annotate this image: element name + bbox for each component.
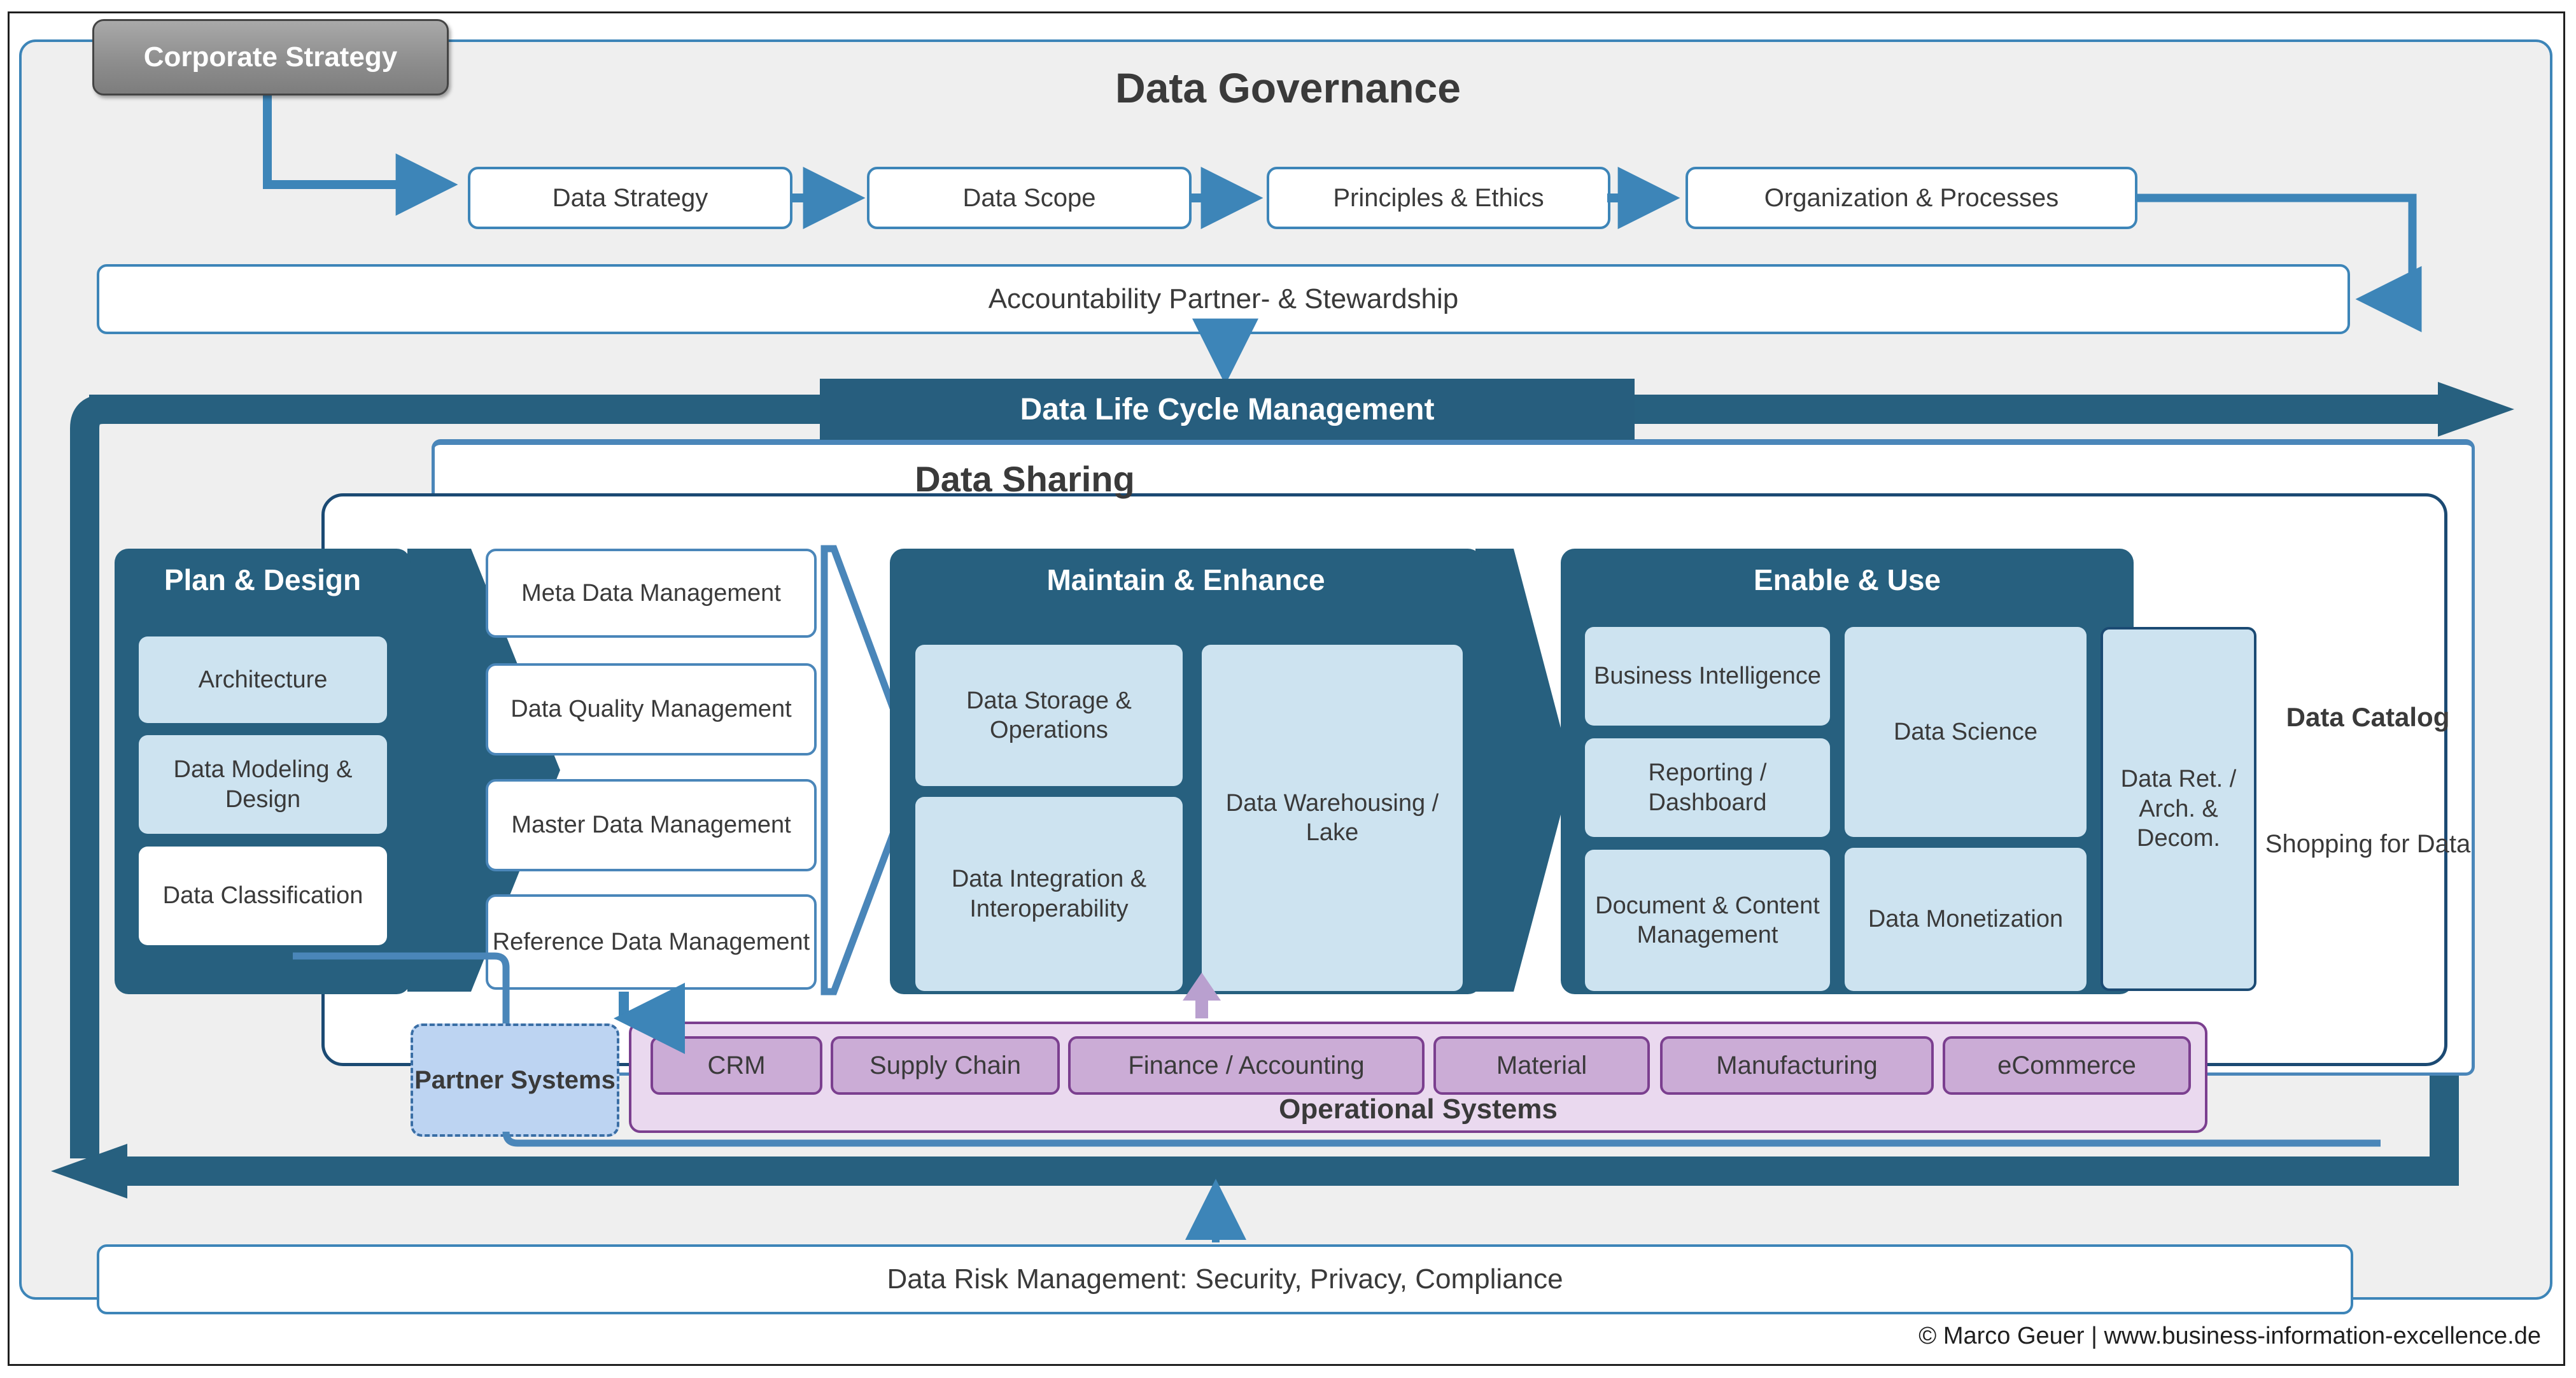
- ops-chip-manufacturing[interactable]: Manufacturing: [1660, 1036, 1934, 1095]
- stage-title-plan-design: Plan & Design: [164, 563, 362, 596]
- gov-step-data-scope[interactable]: Data Scope: [867, 167, 1192, 229]
- sub-data-modeling-design[interactable]: Data Modeling & Design: [139, 735, 387, 834]
- data-lifecycle-banner: Data Life Cycle Management: [820, 379, 1635, 440]
- sub-architecture[interactable]: Architecture: [139, 636, 387, 723]
- stage-title-enable-use: Enable & Use: [1754, 563, 1941, 596]
- sub-business-intelligence[interactable]: Business Intelligence: [1585, 627, 1830, 726]
- partner-systems-box[interactable]: Partner Systems: [411, 1023, 619, 1137]
- operational-systems-label: Operational Systems: [1279, 1093, 1558, 1125]
- ops-chip-crm[interactable]: CRM: [651, 1036, 822, 1095]
- sub-data-integration-interoperability[interactable]: Data Integration & Interoperability: [915, 797, 1183, 991]
- ops-chip-material[interactable]: Material: [1433, 1036, 1650, 1095]
- gov-step-organization-processes[interactable]: Organization & Processes: [1686, 167, 2137, 229]
- mdm-meta-data-management[interactable]: Meta Data Management: [486, 549, 817, 638]
- ops-chip-supply-chain[interactable]: Supply Chain: [831, 1036, 1060, 1095]
- sub-data-science[interactable]: Data Science: [1845, 627, 2087, 837]
- data-risk-management-bar[interactable]: Data Risk Management: Security, Privacy,…: [97, 1244, 2353, 1314]
- gov-step-principles-ethics[interactable]: Principles & Ethics: [1267, 167, 1610, 229]
- sub-data-classification[interactable]: Data Classification: [139, 847, 387, 945]
- ops-chip-finance-accounting[interactable]: Finance / Accounting: [1068, 1036, 1425, 1095]
- diagram-canvas: Data Governance Corporate Strategy Data …: [0, 0, 2576, 1378]
- corporate-strategy-box[interactable]: Corporate Strategy: [92, 19, 449, 95]
- mdm-reference-data-management[interactable]: Reference Data Management: [486, 894, 817, 990]
- ops-chip-ecommerce[interactable]: eCommerce: [1943, 1036, 2191, 1095]
- gov-step-data-strategy[interactable]: Data Strategy: [468, 167, 792, 229]
- sub-data-monetization[interactable]: Data Monetization: [1845, 848, 2087, 991]
- credit-line: © Marco Geuer | www.business-information…: [1918, 1323, 2541, 1349]
- sub-data-storage-operations[interactable]: Data Storage & Operations: [915, 645, 1183, 786]
- sub-data-warehousing-lake[interactable]: Data Warehousing / Lake: [1202, 645, 1463, 991]
- data-catalog-subtitle: Shopping for Data: [2265, 830, 2471, 858]
- data-catalog-title: Data Catalog: [2286, 702, 2450, 732]
- mdm-data-quality-management[interactable]: Data Quality Management: [486, 663, 817, 756]
- stage-title-maintain-enhance: Maintain & Enhance: [1046, 563, 1325, 596]
- sub-reporting-dashboard[interactable]: Reporting / Dashboard: [1585, 738, 1830, 837]
- sub-document-content-management[interactable]: Document & Content Management: [1585, 850, 1830, 991]
- mdm-master-data-management[interactable]: Master Data Management: [486, 779, 817, 871]
- data-sharing-label: Data Sharing: [915, 459, 1135, 499]
- sub-data-retention-archive-decom[interactable]: Data Ret. / Arch. & Decom.: [2101, 627, 2256, 991]
- accountability-bar[interactable]: Accountability Partner- & Stewardship: [97, 264, 2350, 334]
